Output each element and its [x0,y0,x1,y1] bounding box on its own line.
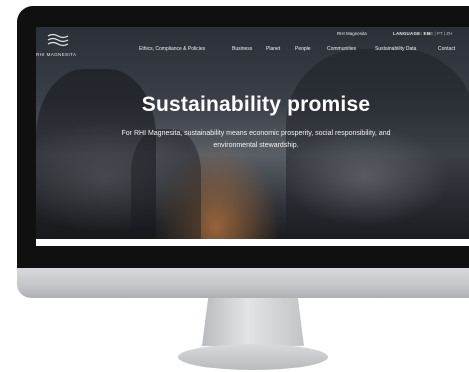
hero-title: Sustainability promise [141,93,371,116]
nav-item-people[interactable]: People [295,46,311,52]
nav-item-sustainability-data[interactable]: Sustainability Data [375,46,416,52]
monitor-chin [17,268,469,298]
logo-wave-icon [47,33,69,47]
page-content-strip [36,239,469,246]
computer-monitor: RHI Magnesita LANGUAGE: EN DE | PT | ZH … [17,6,469,298]
monitor-base [178,344,328,370]
language-selector[interactable]: LANGUAGE: EN [393,31,430,36]
hero-subtitle: For RHI Magnesita, sustainability means … [121,130,391,149]
company-logo[interactable]: RHI MAGNESITA [36,31,84,61]
nav-item-ethics[interactable]: Ethics, Compliance & Policies [139,46,205,52]
logo-wordmark: RHI MAGNESITA [36,52,77,57]
language-options[interactable]: DE | PT | ZH [427,31,452,36]
monitor-stand [202,298,304,346]
nav-item-planet[interactable]: Planet [266,46,280,52]
nav-item-contact[interactable]: Contact [438,46,455,52]
nav-item-communities[interactable]: Communities [327,46,356,52]
brand-site-link[interactable]: RHI Magnesita [337,31,367,36]
utility-bar: RHI Magnesita LANGUAGE: EN DE | PT | ZH [36,27,469,41]
monitor-bezel: RHI Magnesita LANGUAGE: EN DE | PT | ZH … [17,6,469,268]
website-screen: RHI Magnesita LANGUAGE: EN DE | PT | ZH … [36,27,469,239]
nav-item-business[interactable]: Business [232,46,252,52]
